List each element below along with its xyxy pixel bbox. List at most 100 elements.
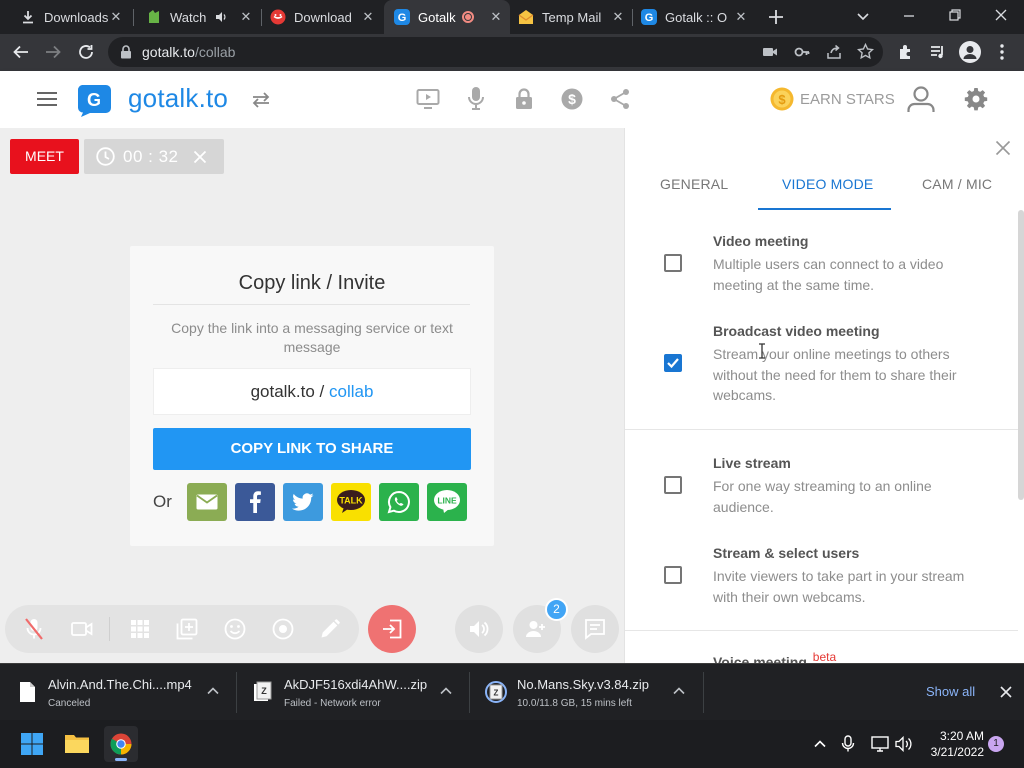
- windows-start-icon[interactable]: [21, 733, 43, 755]
- share-icon[interactable]: [609, 88, 631, 110]
- system-clock[interactable]: 3:20 AM 3/21/2022: [924, 728, 984, 760]
- leave-meeting-button[interactable]: [368, 605, 416, 653]
- chevron-up-icon[interactable]: [206, 684, 220, 698]
- url-text[interactable]: gotalk.to/collab: [142, 44, 235, 60]
- media-control-icon[interactable]: [929, 43, 947, 61]
- whatsapp-share-icon[interactable]: [379, 483, 419, 521]
- panel-scrollbar[interactable]: [1018, 210, 1024, 500]
- record-icon[interactable]: [271, 617, 295, 641]
- tab-cam-mic[interactable]: CAM / MIC: [922, 176, 992, 192]
- tab-downloads[interactable]: Downloads ✕: [0, 0, 130, 34]
- chevron-up-icon[interactable]: [672, 684, 686, 698]
- app-header: G gotalk.to $ $ EARN STARS: [0, 71, 1024, 128]
- close-shelf-icon[interactable]: [999, 685, 1013, 699]
- minimize-icon[interactable]: [902, 9, 916, 23]
- show-all-downloads-link[interactable]: Show all: [926, 684, 975, 699]
- switch-arrows-icon[interactable]: [250, 90, 272, 110]
- network-icon[interactable]: [871, 736, 889, 752]
- microphone-icon[interactable]: [466, 86, 486, 112]
- option-title: Broadcast video meeting: [713, 323, 880, 339]
- notification-badge[interactable]: 1: [988, 736, 1004, 752]
- camera-in-use-icon[interactable]: [762, 45, 778, 59]
- pencil-draw-icon[interactable]: [318, 617, 342, 641]
- extensions-icon[interactable]: [897, 43, 915, 61]
- tab-watch[interactable]: Watch ✕: [136, 0, 260, 34]
- download-item[interactable]: Alvin.And.The.Chi....mp4 Canceled: [0, 664, 236, 721]
- camera-toggle-icon[interactable]: [70, 617, 94, 641]
- svg-text:Z: Z: [494, 689, 499, 698]
- user-account-icon[interactable]: [906, 85, 936, 113]
- earn-stars-button[interactable]: $ EARN STARS: [770, 87, 895, 111]
- tab-gotalk-2[interactable]: G Gotalk :: O ✕: [633, 0, 755, 34]
- browser-menu-icon[interactable]: [995, 43, 1009, 61]
- address-bar[interactable]: gotalk.to/collab: [108, 37, 883, 67]
- speaker-icon[interactable]: [214, 10, 228, 24]
- option-description: Stream your online meetings to others wi…: [713, 346, 957, 403]
- volume-button[interactable]: [455, 605, 503, 653]
- tab-download-site[interactable]: Download ✕: [262, 0, 382, 34]
- emoji-icon[interactable]: [223, 617, 247, 641]
- tab-temp-mail[interactable]: Temp Mail ✕: [510, 0, 632, 34]
- tab-gotalk-active[interactable]: G Gotalk ✕: [384, 0, 510, 34]
- chat-icon: [584, 618, 606, 640]
- chrome-icon: [110, 733, 132, 755]
- chevron-up-icon[interactable]: [813, 737, 827, 751]
- twitter-share-icon[interactable]: [283, 483, 323, 521]
- share-page-icon[interactable]: [826, 44, 842, 60]
- lock-room-icon[interactable]: [514, 87, 534, 111]
- tab-close-icon[interactable]: ✕: [108, 9, 124, 25]
- meet-button[interactable]: MEET: [10, 139, 79, 174]
- tab-video-mode[interactable]: VIDEO MODE: [782, 176, 873, 192]
- bookmark-star-icon[interactable]: [857, 43, 874, 60]
- chevron-up-icon[interactable]: [439, 684, 453, 698]
- volume-tray-icon[interactable]: [895, 736, 913, 752]
- room-link-field[interactable]: gotalk.to / collab: [153, 368, 471, 415]
- tab-general[interactable]: GENERAL: [660, 176, 728, 192]
- lock-icon[interactable]: [120, 45, 132, 59]
- restore-icon[interactable]: [948, 8, 962, 22]
- tab-close-icon[interactable]: ✕: [733, 9, 749, 25]
- taskbar-microphone-icon[interactable]: [841, 735, 855, 753]
- line-share-icon[interactable]: LINE: [427, 483, 467, 521]
- back-icon[interactable]: [12, 43, 30, 61]
- screen-share-icon[interactable]: [416, 88, 440, 110]
- hamburger-menu-icon[interactable]: [36, 90, 58, 108]
- tab-close-icon[interactable]: ✕: [238, 9, 254, 25]
- settings-gear-icon[interactable]: [964, 87, 988, 111]
- tab-close-icon[interactable]: ✕: [360, 9, 376, 25]
- mic-muted-icon[interactable]: [22, 617, 46, 641]
- logo-text[interactable]: gotalk.to: [128, 83, 228, 114]
- live-stream-checkbox[interactable]: [664, 476, 682, 494]
- key-icon[interactable]: [794, 44, 810, 60]
- grid-layout-icon[interactable]: [128, 617, 152, 641]
- add-panel-icon[interactable]: [175, 617, 199, 641]
- chat-button[interactable]: [571, 605, 619, 653]
- close-timer-icon[interactable]: [193, 150, 207, 164]
- broadcast-meeting-checkbox[interactable]: [664, 354, 682, 372]
- facebook-share-icon[interactable]: [235, 483, 275, 521]
- gotalk-logo-icon[interactable]: G: [76, 83, 112, 117]
- window-close-icon[interactable]: [994, 8, 1008, 22]
- copy-link-button[interactable]: COPY LINK TO SHARE: [153, 428, 471, 470]
- profile-avatar-icon[interactable]: [959, 41, 981, 63]
- email-share-icon[interactable]: [187, 483, 227, 521]
- invite-title: Copy link / Invite: [238, 272, 386, 294]
- tab-close-icon[interactable]: ✕: [610, 9, 626, 25]
- stream-select-users-checkbox[interactable]: [664, 566, 682, 584]
- close-panel-icon[interactable]: [995, 140, 1011, 156]
- exit-icon: [381, 619, 403, 639]
- download-item[interactable]: Z AkDJF516xdi4AhW....zip Failed - Networ…: [236, 664, 469, 721]
- dollar-icon[interactable]: $: [561, 88, 583, 110]
- clock-date: 3/21/2022: [930, 745, 984, 759]
- download-item[interactable]: Z No.Mans.Sky.v3.84.zip 10.0/11.8 GB, 15…: [469, 664, 703, 721]
- tab-search-chevron-icon[interactable]: [856, 9, 870, 23]
- forward-icon[interactable]: [44, 43, 62, 61]
- option-title: Stream & select users: [713, 545, 860, 561]
- video-meeting-checkbox[interactable]: [664, 254, 682, 272]
- file-explorer-icon[interactable]: [64, 732, 90, 754]
- reload-icon[interactable]: [77, 43, 95, 61]
- chrome-taskbar-button[interactable]: [104, 726, 138, 762]
- kakaotalk-share-icon[interactable]: TALK: [331, 483, 371, 521]
- tab-close-icon[interactable]: ✕: [488, 9, 504, 25]
- new-tab-icon[interactable]: [767, 8, 785, 26]
